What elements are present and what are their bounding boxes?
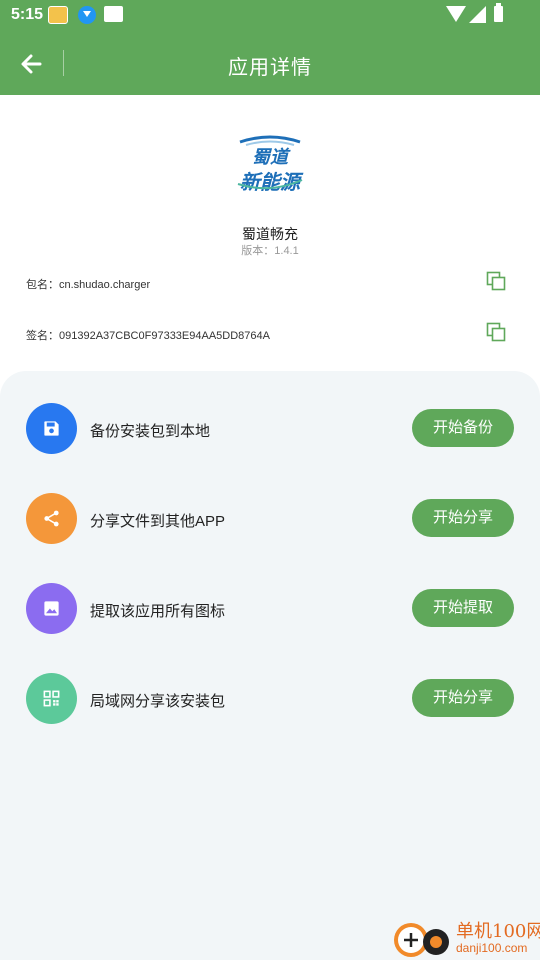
extract-icons-label: 提取该应用所有图标 <box>90 603 226 620</box>
start-share-file-button[interactable]: 开始分享 <box>412 499 514 537</box>
qr-code-icon <box>43 690 60 707</box>
app-bar: 应用详情 <box>0 32 540 95</box>
copy-icon <box>486 322 506 342</box>
version-value: 1.4.1 <box>274 245 299 257</box>
watermark-logo-icon <box>394 923 449 957</box>
notification-app-icon-2 <box>104 6 123 22</box>
action-row-share-file: 分享文件到其他APP 开始分享 <box>0 493 540 545</box>
signature-label: 签名： <box>26 330 59 342</box>
share-file-label: 分享文件到其他APP <box>90 513 226 530</box>
app-version: 版本：1.4.1 <box>0 242 540 258</box>
backup-label: 备份安装包到本地 <box>90 423 211 440</box>
watermark-title: 单机100网 <box>456 921 540 942</box>
package-row: 包名：cn.shudao.charger <box>26 276 150 292</box>
battery-icon <box>494 3 503 22</box>
package-name: cn.shudao.charger <box>59 279 151 291</box>
actions-panel: 备份安装包到本地 开始备份 分享文件到其他APP 开始分享 提取该应用所有图标 … <box>0 371 540 960</box>
start-extract-button[interactable]: 开始提取 <box>412 589 514 627</box>
signal-icon <box>469 6 486 23</box>
status-bar: 5:15 <box>0 0 540 32</box>
share-icon <box>44 510 59 527</box>
notification-app-icon <box>48 6 68 24</box>
copy-package-button[interactable] <box>486 271 506 291</box>
watermark: 单机100网 danji100.com <box>390 916 540 960</box>
download-notification-icon <box>78 6 96 24</box>
signature-row: 签名：091392A37CBC0F97333E94AA5DD8764A <box>26 327 270 343</box>
start-lan-share-button[interactable]: 开始分享 <box>412 679 514 717</box>
save-icon <box>44 421 59 436</box>
action-row-extract-icons: 提取该应用所有图标 开始提取 <box>0 583 540 635</box>
signature-value: 091392A37CBC0F97333E94AA5DD8764A <box>59 330 270 342</box>
page-title: 应用详情 <box>228 57 312 79</box>
app-logo: 蜀道 新能源 <box>232 132 308 196</box>
app-name: 蜀道畅充 <box>242 226 298 242</box>
copy-icon <box>486 271 506 291</box>
save-icon-badge <box>26 403 77 454</box>
version-label: 版本： <box>241 245 275 257</box>
wifi-icon <box>446 6 466 22</box>
logo-text-top: 蜀道 <box>252 147 291 168</box>
image-icon <box>44 601 59 616</box>
qr-code-icon-badge <box>26 673 77 724</box>
package-label: 包名： <box>26 279 59 291</box>
action-row-lan-share: 局域网分享该安装包 开始分享 <box>0 673 540 725</box>
watermark-url: danji100.com <box>456 941 528 955</box>
image-icon-badge <box>26 583 77 634</box>
action-row-backup: 备份安装包到本地 开始备份 <box>0 403 540 455</box>
lan-share-label: 局域网分享该安装包 <box>90 693 226 710</box>
start-backup-button[interactable]: 开始备份 <box>412 409 514 447</box>
status-time: 5:15 <box>11 6 44 23</box>
copy-signature-button[interactable] <box>486 322 506 342</box>
share-icon-badge <box>26 493 77 544</box>
